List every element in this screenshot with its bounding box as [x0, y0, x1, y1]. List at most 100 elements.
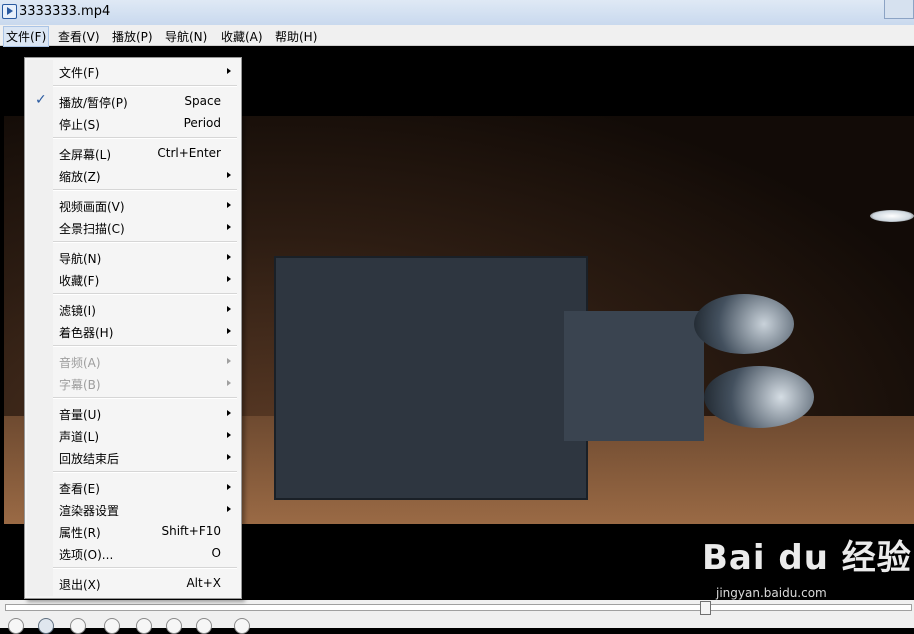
menu-item-filters[interactable]: 滤镜(I): [27, 298, 239, 320]
chevron-right-icon: [227, 328, 231, 334]
menu-item-video-frame[interactable]: 视频画面(V): [27, 194, 239, 216]
menu-item-label: 滤镜(I): [59, 304, 96, 318]
seek-thumb[interactable]: [700, 601, 711, 615]
menu-separator: [53, 397, 237, 399]
menu-item-label: 音频(A): [59, 356, 101, 370]
play-button[interactable]: [8, 618, 24, 634]
menu-item-navigate[interactable]: 导航(N): [27, 246, 239, 268]
menu-view[interactable]: 查看(V): [56, 27, 102, 46]
menu-item-shortcut: Alt+X: [186, 576, 221, 590]
rewind-button[interactable]: [136, 618, 152, 634]
menu-item-label: 音量(U): [59, 408, 102, 422]
menu-item-options[interactable]: 选项(O)... O: [27, 542, 239, 564]
menu-separator: [53, 345, 237, 347]
menu-item-label: 全景扫描(C): [59, 222, 125, 236]
chevron-right-icon: [227, 276, 231, 282]
menu-item-label: 全屏幕(L): [59, 148, 112, 162]
menu-item-shortcut: Ctrl+Enter: [157, 146, 221, 160]
menu-separator: [53, 241, 237, 243]
chevron-right-icon: [227, 454, 231, 460]
video-scene-lamp: [870, 210, 914, 222]
watermark-logo: Bai du 经验: [702, 538, 912, 578]
menu-item-shortcut: Space: [184, 94, 221, 108]
menu-item-label: 停止(S): [59, 118, 100, 132]
menu-file[interactable]: 文件(F): [3, 26, 50, 47]
menu-item-shaders[interactable]: 着色器(H): [27, 320, 239, 342]
next-button[interactable]: [196, 618, 212, 634]
menu-item-label: 文件(F): [59, 66, 100, 80]
menu-item-fullscreen[interactable]: 全屏幕(L) Ctrl+Enter: [27, 142, 239, 164]
menu-item-label: 导航(N): [59, 252, 102, 266]
menu-separator: [53, 567, 237, 569]
menu-item-label: 回放结束后: [59, 452, 120, 466]
menu-item-volume[interactable]: 音量(U): [27, 402, 239, 424]
chevron-right-icon: [227, 254, 231, 260]
chevron-right-icon: [227, 172, 231, 178]
menu-item-zoom[interactable]: 缩放(Z): [27, 164, 239, 186]
video-scene-engine-lower: [704, 366, 814, 428]
menu-navigate[interactable]: 导航(N): [163, 27, 209, 46]
menu-item-renderer-settings[interactable]: 渲染器设置: [27, 498, 239, 520]
previous-button[interactable]: [104, 618, 120, 634]
menu-play[interactable]: 播放(P): [110, 27, 155, 46]
chevron-right-icon: [227, 380, 231, 386]
menu-item-label: 渲染器设置: [59, 504, 120, 518]
menu-item-label: 视频画面(V): [59, 200, 125, 214]
chevron-right-icon: [227, 506, 231, 512]
watermark-url: jingyan.baidu.com: [716, 586, 827, 600]
menu-item-favorites[interactable]: 收藏(F): [27, 268, 239, 290]
menu-item-label: 收藏(F): [59, 274, 100, 288]
forward-button[interactable]: [166, 618, 182, 634]
menu-item-shortcut: Shift+F10: [161, 524, 221, 538]
baidu-watermark: Bai du 经验 jingyan.baidu.com: [702, 530, 912, 600]
stop-button[interactable]: [70, 618, 86, 634]
menu-item-label: 属性(R): [59, 526, 101, 540]
chevron-right-icon: [227, 410, 231, 416]
window-title: 3333333.mp4: [19, 4, 111, 19]
chevron-right-icon: [227, 202, 231, 208]
menu-item-stop[interactable]: 停止(S) Period: [27, 112, 239, 134]
menu-item-label: 退出(X): [59, 578, 101, 592]
video-scene-engine-upper: [694, 294, 794, 354]
menu-item-label: 缩放(Z): [59, 170, 101, 184]
menu-separator: [53, 471, 237, 473]
pause-button[interactable]: [38, 618, 54, 634]
video-scene-model-rear: [564, 311, 704, 441]
menu-item-after-playback[interactable]: 回放结束后: [27, 446, 239, 468]
menu-item-shortcut: Period: [183, 116, 221, 130]
title-bar[interactable]: 3333333.mp4: [0, 0, 914, 26]
control-bar: [0, 600, 914, 634]
menu-item-exit[interactable]: 退出(X) Alt+X: [27, 572, 239, 594]
menu-item-label: 字幕(B): [59, 378, 101, 392]
menu-item-channels[interactable]: 声道(L): [27, 424, 239, 446]
seek-bar[interactable]: [5, 604, 912, 611]
menu-item-audio: 音频(A): [27, 350, 239, 372]
menu-item-view[interactable]: 查看(E): [27, 476, 239, 498]
frame-step-button[interactable]: [234, 618, 250, 634]
window-control-button[interactable]: [884, 0, 914, 19]
menu-separator: [53, 85, 237, 87]
chevron-right-icon: [227, 358, 231, 364]
menu-favorites[interactable]: 收藏(A): [219, 27, 265, 46]
menu-item-label: 着色器(H): [59, 326, 114, 340]
chevron-right-icon: [227, 484, 231, 490]
menu-separator: [53, 137, 237, 139]
menu-help[interactable]: 帮助(H): [273, 27, 319, 46]
menu-item-label: 选项(O)...: [59, 548, 114, 562]
checkmark-icon: ✓: [35, 92, 47, 108]
media-player-icon[interactable]: [2, 4, 17, 19]
menu-item-subtitles: 字幕(B): [27, 372, 239, 394]
chevron-right-icon: [227, 306, 231, 312]
menu-separator: [53, 293, 237, 295]
menu-item-shortcut: O: [211, 546, 221, 560]
video-scene-model-body: [274, 256, 588, 500]
menu-item-pan-scan[interactable]: 全景扫描(C): [27, 216, 239, 238]
menu-item-label: 声道(L): [59, 430, 100, 444]
menu-separator: [53, 189, 237, 191]
menu-item-play-pause[interactable]: ✓ 播放/暂停(P) Space: [27, 90, 239, 112]
menu-item-properties[interactable]: 属性(R) Shift+F10: [27, 520, 239, 542]
menu-bar: 文件(F) 查看(V) 播放(P) 导航(N) 收藏(A) 帮助(H): [0, 25, 914, 47]
menu-item-label: 查看(E): [59, 482, 100, 496]
menu-item-file[interactable]: 文件(F): [27, 60, 239, 82]
chevron-right-icon: [227, 224, 231, 230]
